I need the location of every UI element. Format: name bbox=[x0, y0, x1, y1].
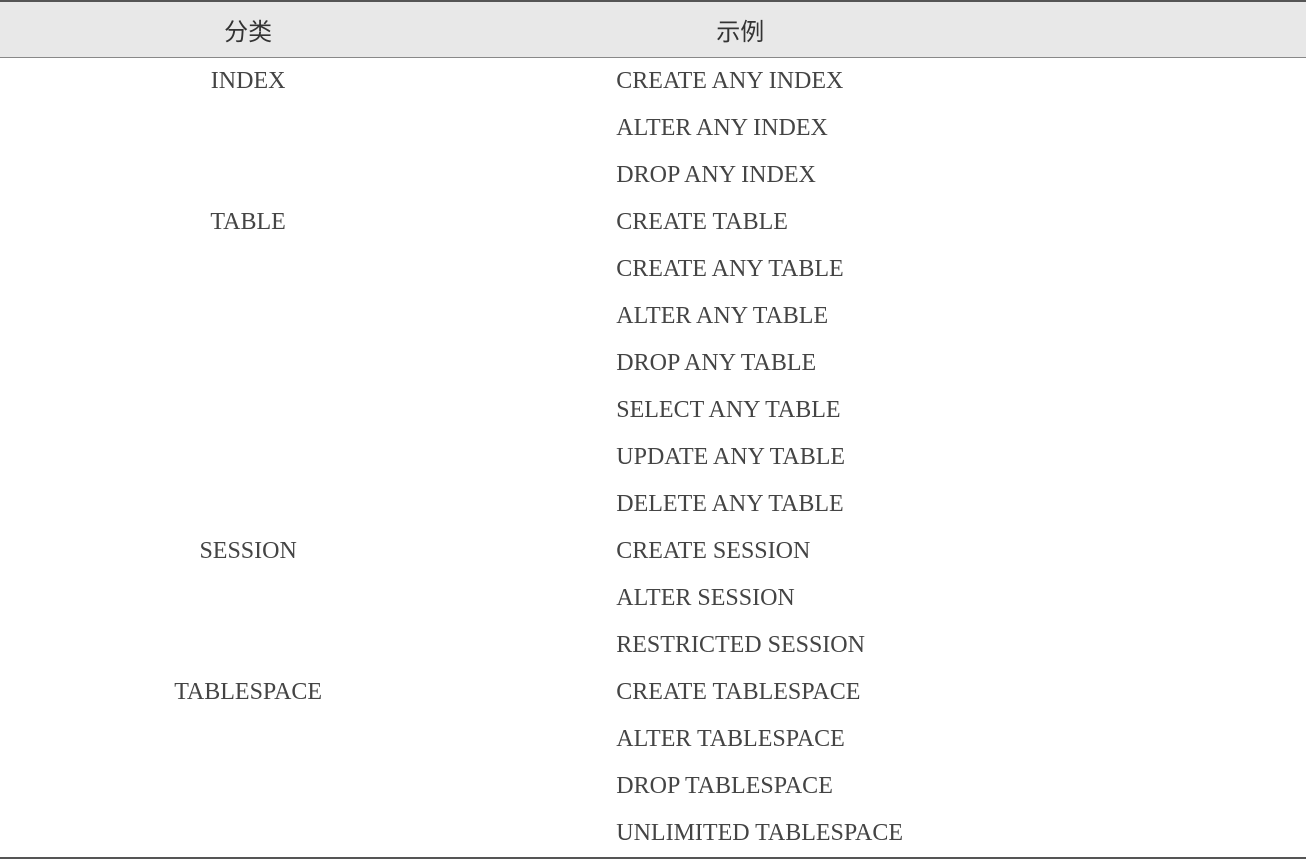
example-item: CREATE TABLESPACE bbox=[496, 669, 1306, 716]
example-item: CREATE ANY INDEX bbox=[496, 58, 1306, 105]
example-item: UNLIMITED TABLESPACE bbox=[496, 810, 1306, 857]
example-item: DELETE ANY TABLE bbox=[496, 481, 1306, 528]
example-item: CREATE TABLE bbox=[496, 199, 1306, 246]
category-cell: INDEX bbox=[0, 58, 496, 105]
example-item: DROP TABLESPACE bbox=[496, 763, 1306, 810]
example-item: CREATE SESSION bbox=[496, 528, 1306, 575]
example-item: CREATE ANY TABLE bbox=[496, 246, 1306, 293]
table-body: INDEX CREATE ANY INDEX ALTER ANY INDEX D… bbox=[0, 58, 1306, 859]
example-item: DROP ANY TABLE bbox=[496, 340, 1306, 387]
table-header-row: 分类 示例 bbox=[0, 0, 1306, 58]
example-item: UPDATE ANY TABLE bbox=[496, 434, 1306, 481]
category-cell: SESSION bbox=[0, 528, 496, 575]
example-item: SELECT ANY TABLE bbox=[496, 387, 1306, 434]
table-row: SESSION CREATE SESSION ALTER SESSION RES… bbox=[0, 528, 1306, 669]
table-row: TABLE CREATE TABLE CREATE ANY TABLE ALTE… bbox=[0, 199, 1306, 528]
example-cell-group: CREATE ANY INDEX ALTER ANY INDEX DROP AN… bbox=[496, 58, 1306, 199]
example-item: ALTER ANY INDEX bbox=[496, 105, 1306, 152]
example-item: DROP ANY INDEX bbox=[496, 152, 1306, 199]
header-example: 示例 bbox=[496, 2, 1306, 57]
table-row: INDEX CREATE ANY INDEX ALTER ANY INDEX D… bbox=[0, 58, 1306, 199]
example-cell-group: CREATE TABLE CREATE ANY TABLE ALTER ANY … bbox=[496, 199, 1306, 528]
example-item: ALTER ANY TABLE bbox=[496, 293, 1306, 340]
category-cell: TABLE bbox=[0, 199, 496, 246]
example-cell-group: CREATE TABLESPACE ALTER TABLESPACE DROP … bbox=[496, 669, 1306, 857]
example-item: RESTRICTED SESSION bbox=[496, 622, 1306, 669]
example-item: ALTER TABLESPACE bbox=[496, 716, 1306, 763]
header-category: 分类 bbox=[0, 2, 496, 57]
example-item: ALTER SESSION bbox=[496, 575, 1306, 622]
privileges-table: 分类 示例 INDEX CREATE ANY INDEX ALTER ANY I… bbox=[0, 0, 1306, 859]
table-row: TABLESPACE CREATE TABLESPACE ALTER TABLE… bbox=[0, 669, 1306, 857]
category-cell: TABLESPACE bbox=[0, 669, 496, 716]
example-cell-group: CREATE SESSION ALTER SESSION RESTRICTED … bbox=[496, 528, 1306, 669]
